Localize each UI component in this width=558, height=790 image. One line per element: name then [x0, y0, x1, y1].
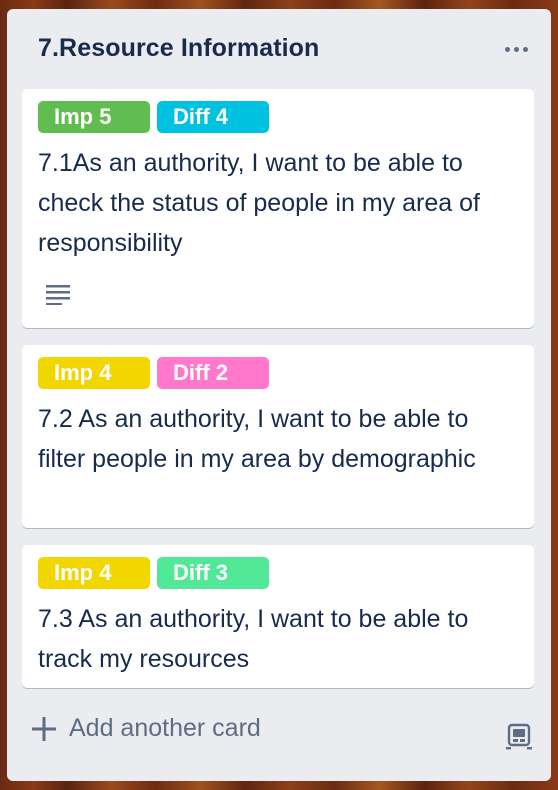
- label-difficulty[interactable]: Diff 2: [157, 357, 269, 389]
- ellipsis-dot: [513, 46, 519, 52]
- ellipsis-icon: [504, 46, 510, 52]
- list-menu-button[interactable]: [501, 37, 531, 61]
- card-title: 7.3 As an authority, I want to be able t…: [38, 605, 469, 673]
- list-title[interactable]: 7.Resource Information: [38, 34, 319, 63]
- list-column: 7.Resource Information Imp 5 Diff 4 7.1A…: [7, 9, 551, 781]
- card-title: 7.1As an authority, I want to be able to…: [38, 149, 480, 257]
- add-card-button[interactable]: Add another card: [31, 714, 261, 743]
- card-template-icon[interactable]: [505, 723, 533, 751]
- label-importance[interactable]: Imp 5: [38, 101, 150, 133]
- add-card-label: Add another card: [69, 714, 261, 742]
- label-difficulty[interactable]: Diff 4: [157, 101, 269, 133]
- card-7-3[interactable]: Imp 4 Diff 3 7.3 As an authority, I want…: [22, 545, 534, 688]
- card-labels: Imp 4 Diff 3: [38, 557, 269, 589]
- card-7-2[interactable]: Imp 4 Diff 2 7.2 As an authority, I want…: [22, 345, 534, 528]
- description-icon: [46, 285, 70, 305]
- card-title: 7.2 As an authority, I want to be able t…: [38, 405, 476, 473]
- list-header: 7.Resource Information: [7, 9, 551, 89]
- label-importance[interactable]: Imp 4: [38, 357, 150, 389]
- plus-icon: [32, 716, 56, 741]
- card-labels: Imp 5 Diff 4: [38, 101, 269, 133]
- ellipsis-dot: [522, 46, 528, 52]
- card-labels: Imp 4 Diff 2: [38, 357, 269, 389]
- card-7-1[interactable]: Imp 5 Diff 4 7.1As an authority, I want …: [22, 89, 534, 328]
- label-importance[interactable]: Imp 4: [38, 557, 150, 589]
- label-difficulty[interactable]: Diff 3: [157, 557, 269, 589]
